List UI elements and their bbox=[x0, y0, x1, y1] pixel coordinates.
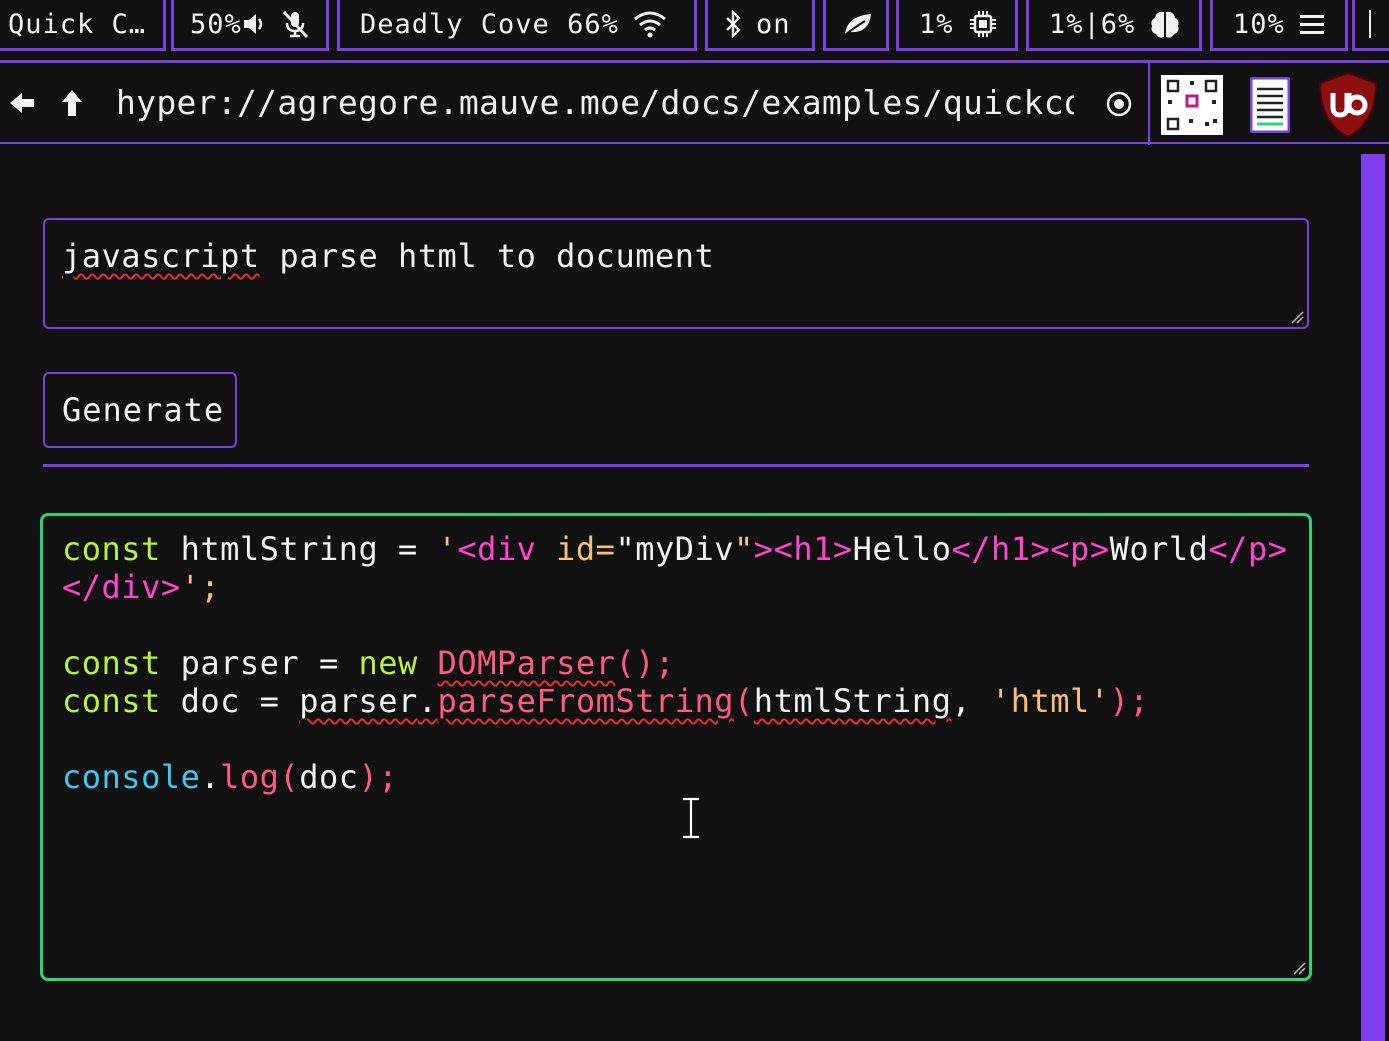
notes-icon bbox=[1250, 77, 1290, 133]
window-title: Quick C… bbox=[8, 8, 147, 40]
prompt-text: parse html to document bbox=[259, 237, 715, 275]
ublock-icon bbox=[1318, 71, 1378, 139]
text-cursor-icon bbox=[683, 797, 699, 839]
back-arrow-icon bbox=[10, 93, 34, 113]
bluetooth-icon bbox=[726, 10, 741, 38]
status-volume-segment[interactable]: 50% bbox=[171, 0, 329, 51]
page-scrollbar[interactable] bbox=[1361, 154, 1385, 1041]
resize-grip-icon[interactable] bbox=[1290, 310, 1304, 324]
speaker-icon bbox=[243, 14, 263, 34]
code-line-3: const parser = new DOMParser(); bbox=[62, 644, 675, 682]
back-button[interactable] bbox=[2, 81, 42, 125]
disk-usage: 10% bbox=[1233, 8, 1285, 40]
mic-muted-icon bbox=[282, 11, 308, 38]
status-title-segment: Quick C… bbox=[0, 0, 166, 51]
target-icon[interactable] bbox=[1104, 89, 1134, 119]
status-power-segment[interactable] bbox=[823, 0, 889, 51]
extension-divider bbox=[1148, 63, 1150, 145]
code-line-6: console.log(doc); bbox=[62, 758, 399, 796]
menu-icon bbox=[1299, 15, 1324, 34]
qr-code-extension[interactable] bbox=[1160, 73, 1224, 137]
code-resize-grip-icon[interactable] bbox=[1292, 961, 1306, 975]
address-bar: hyper://agregore.mauve.moe/docs/examples… bbox=[0, 60, 1389, 145]
leaf-icon bbox=[844, 14, 871, 36]
prompt-textarea[interactable]: javascript parse html to document bbox=[43, 218, 1309, 329]
cpu-usage: 1% bbox=[919, 8, 954, 40]
status-bluetooth-segment[interactable]: on bbox=[705, 0, 815, 51]
code-line-4: const doc = parser.parseFromString(htmlS… bbox=[62, 682, 1150, 720]
memory-usage: 1%|6% bbox=[1049, 8, 1136, 40]
notes-extension[interactable] bbox=[1238, 73, 1302, 137]
status-cpu-segment[interactable]: 1% bbox=[896, 0, 1018, 51]
generate-button[interactable]: Generate bbox=[43, 372, 237, 448]
status-network-segment[interactable]: Deadly Cove 66% bbox=[337, 0, 697, 51]
volume-level: 50% bbox=[190, 8, 242, 40]
status-memory-segment[interactable]: 1%|6% bbox=[1026, 0, 1202, 51]
status-bar: Quick C… 50% Deadly Cove 66% on 1% 1%|6%… bbox=[0, 0, 1389, 56]
code-line-1: const htmlString = '<div id="myDiv"><h1>… bbox=[62, 530, 1288, 606]
bluetooth-state: on bbox=[756, 8, 791, 40]
url-input[interactable]: hyper://agregore.mauve.moe/docs/examples… bbox=[116, 81, 1074, 125]
wifi-icon bbox=[633, 11, 666, 38]
qr-code-icon bbox=[1161, 75, 1223, 135]
up-arrow-icon bbox=[62, 90, 82, 116]
up-button[interactable] bbox=[52, 81, 92, 125]
status-disk-segment[interactable]: 10% bbox=[1210, 0, 1348, 51]
ublock-extension[interactable] bbox=[1316, 71, 1380, 139]
network-label: Deadly Cove 66% bbox=[360, 8, 619, 40]
cpu-chip-icon bbox=[969, 11, 996, 37]
status-overflow-segment bbox=[1352, 0, 1389, 51]
brain-icon bbox=[1151, 11, 1179, 38]
code-output[interactable]: const htmlString = '<div id="myDiv"><h1>… bbox=[40, 513, 1312, 981]
section-divider bbox=[43, 464, 1309, 467]
prompt-word-misspelled: javascript bbox=[62, 237, 260, 275]
